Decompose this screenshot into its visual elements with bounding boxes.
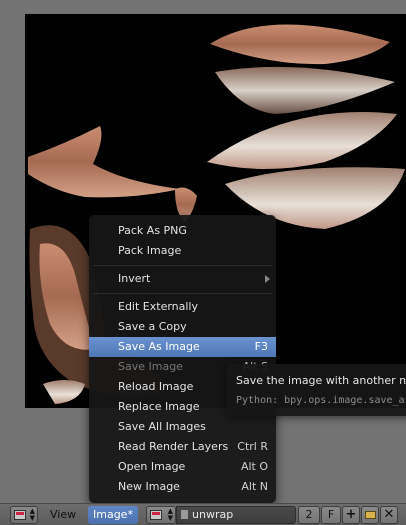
- image-menu-button[interactable]: Image*: [88, 506, 138, 524]
- menu-item-open-image[interactable]: Open Image Alt O: [89, 457, 276, 477]
- folder-icon[interactable]: [361, 506, 379, 524]
- image-menu: Pack As PNG Pack Image Invert Edit Exter…: [89, 215, 276, 503]
- menu-item-label: Reload Image: [118, 380, 194, 393]
- up-down-arrows-icon: ▲ ▼: [167, 507, 173, 522]
- uv-island: [28, 126, 180, 198]
- image-editor-icon: [14, 510, 26, 520]
- browse-image-button[interactable]: ▲ ▼: [146, 506, 176, 524]
- view-menu[interactable]: View: [45, 506, 81, 524]
- uv-island: [43, 380, 85, 404]
- menu-item-shortcut: F3: [254, 340, 268, 353]
- menu-item-label: Save As Image: [118, 340, 200, 353]
- menu-item-shortcut: Alt O: [240, 460, 268, 473]
- menu-item-save-as-image[interactable]: Save As Image F3: [89, 337, 276, 357]
- menu-item-label: Pack Image: [118, 244, 182, 257]
- menu-item-label: Save All Images: [118, 420, 206, 433]
- menu-item-new-image[interactable]: New Image Alt N: [89, 477, 276, 497]
- menu-item-label: Save a Copy: [118, 320, 187, 333]
- tooltip-title: Save the image with another name: [236, 374, 406, 387]
- submenu-arrow-icon: [265, 275, 270, 283]
- image-icon: [150, 510, 162, 520]
- menu-item-label: Pack As PNG: [118, 224, 187, 237]
- menu-separator: [93, 265, 272, 266]
- user-count-button[interactable]: 2: [298, 506, 320, 524]
- image-name-value: unwrap: [192, 508, 234, 521]
- menu-item-label: Replace Image: [118, 400, 200, 413]
- menu-item-edit-externally[interactable]: Edit Externally: [89, 297, 276, 317]
- menu-separator: [93, 293, 272, 294]
- plus-icon[interactable]: +: [342, 506, 360, 524]
- menu-item-label: Save Image: [118, 360, 183, 373]
- menu-item-label: Invert: [118, 272, 151, 285]
- menu-item-pack-as-png[interactable]: Pack As PNG: [89, 221, 276, 241]
- menu-item-save-a-copy[interactable]: Save a Copy: [89, 317, 276, 337]
- up-down-arrows-icon: ▲ ▼: [29, 507, 35, 522]
- menu-item-read-render-layers[interactable]: Read Render Layers Ctrl R: [89, 437, 276, 457]
- menu-item-label: Read Render Layers: [118, 440, 229, 453]
- menu-item-label: Open Image: [118, 460, 186, 473]
- menu-item-pack-image[interactable]: Pack Image: [89, 241, 276, 261]
- uv-island: [215, 66, 395, 114]
- image-datablock-icon: [181, 510, 188, 519]
- image-editor-header: ▲ ▼ View Image* ▲ ▼ unwrap 2 F + ✕: [0, 503, 406, 525]
- menu-item-shortcut: Ctrl R: [237, 440, 268, 453]
- image-name-field[interactable]: unwrap: [176, 506, 296, 524]
- close-icon[interactable]: ✕: [380, 506, 398, 524]
- fake-user-button[interactable]: F: [321, 506, 341, 524]
- menu-item-invert[interactable]: Invert: [89, 269, 276, 289]
- menu-item-save-all-images[interactable]: Save All Images: [89, 417, 276, 437]
- menu-item-label: Edit Externally: [118, 300, 199, 313]
- tooltip-python: Python: bpy.ops.image.save_as(): [236, 395, 406, 406]
- uv-island: [207, 112, 397, 169]
- menu-item-label: New Image: [118, 480, 180, 493]
- uv-island: [210, 24, 390, 65]
- tooltip: Save the image with another name Python:…: [226, 364, 406, 416]
- editor-type-button[interactable]: ▲ ▼: [10, 506, 38, 524]
- menu-item-shortcut: Alt N: [241, 480, 268, 493]
